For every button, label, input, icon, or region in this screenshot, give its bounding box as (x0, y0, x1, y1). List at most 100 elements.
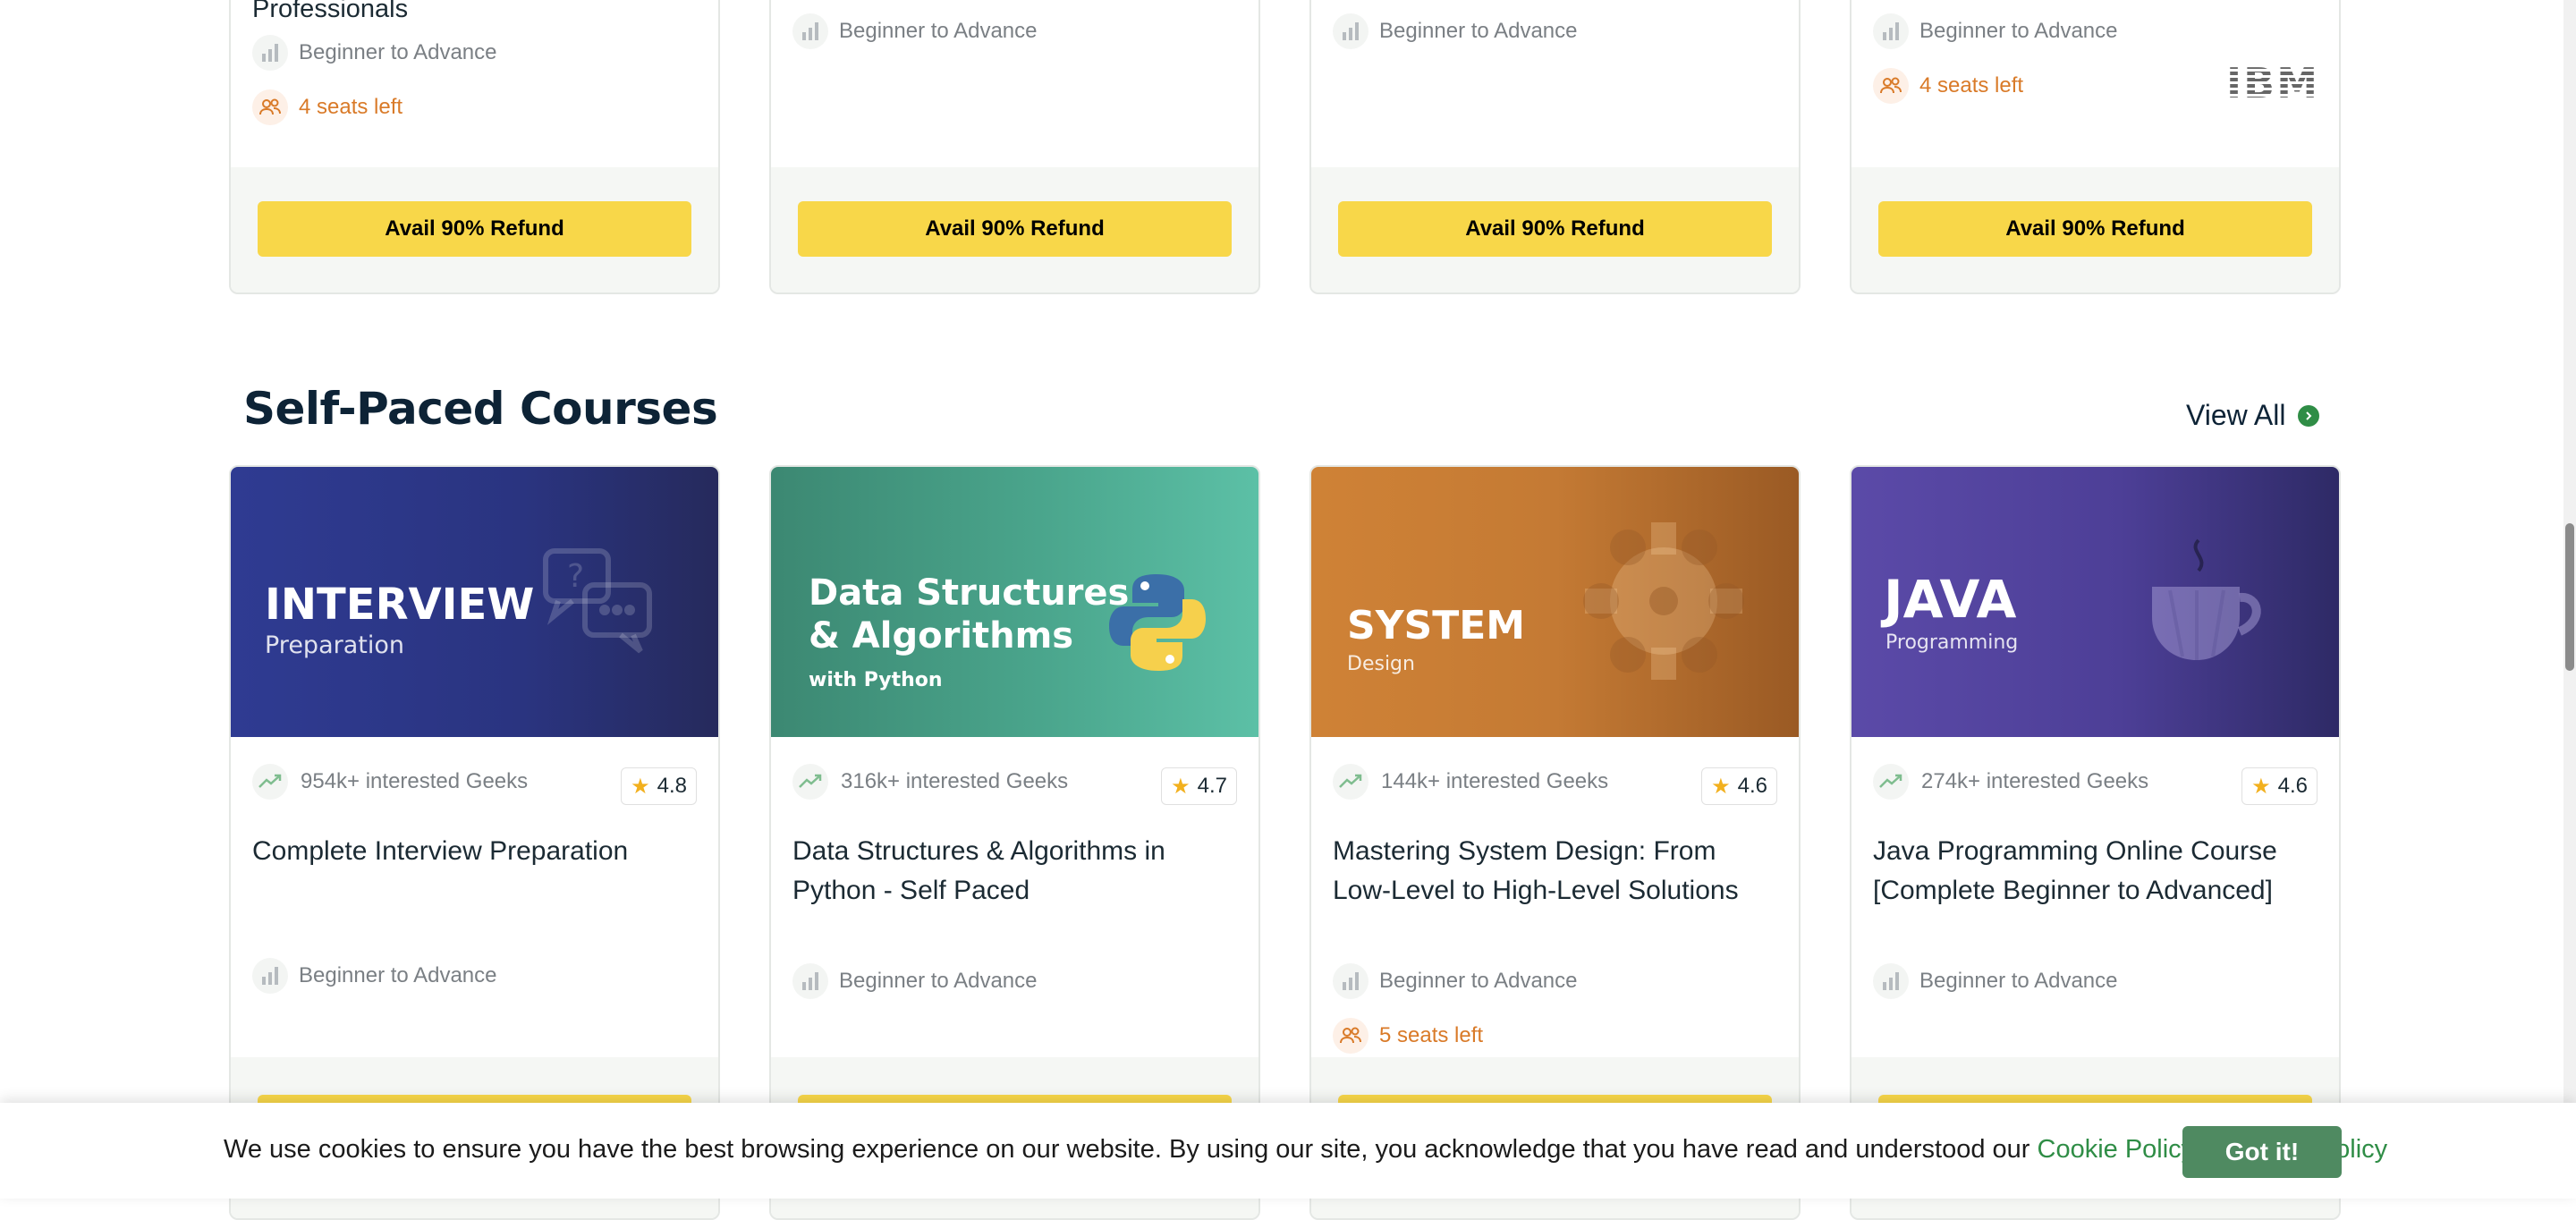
rating-badge: ★ 4.8 (621, 767, 697, 805)
svg-text:?: ? (567, 558, 584, 595)
python-logo-icon (1107, 571, 1208, 679)
interested-geeks-text: 144k+ interested Geeks (1381, 769, 1609, 793)
banner-subtitle: Preparation (265, 631, 404, 659)
avail-refund-button[interactable]: Avail 90% Refund (1338, 201, 1772, 257)
course-banner[interactable]: SYSTEM Design (1311, 467, 1799, 737)
star-icon: ★ (1171, 774, 1191, 799)
users-icon (1333, 1018, 1368, 1054)
trending-up-icon (1333, 764, 1368, 800)
users-icon (1873, 68, 1909, 104)
seats-left-text: 5 seats left (1379, 1023, 1484, 1047)
banner-title-line-2: & Algorithms (809, 615, 1074, 657)
section-title: Self-Paced Courses (243, 383, 718, 435)
view-all-link[interactable]: View All (2186, 399, 2320, 432)
got-it-button[interactable]: Got it! (2182, 1126, 2342, 1178)
level-row: Beginner to Advance (1873, 962, 2118, 1000)
level-bars-icon (1873, 13, 1909, 49)
chevron-right-icon (2298, 404, 2320, 427)
banner-title: SYSTEM (1347, 603, 1526, 648)
banner-subtitle: Design (1347, 653, 1415, 675)
rating-value: 4.7 (1197, 774, 1227, 798)
level-bars-icon (1873, 963, 1909, 999)
course-banner[interactable]: Data Structures & Algorithms with Python (771, 467, 1258, 737)
course-title[interactable]: Data Structures & Algorithms in Python -… (792, 832, 1232, 911)
rating-value: 4.6 (1737, 774, 1767, 798)
seats-row: 5 seats left (1333, 1017, 1483, 1055)
ibm-logo: IBM (2226, 59, 2319, 107)
interested-geeks-text: 274k+ interested Geeks (1921, 769, 2149, 793)
level-text: Beginner to Advance (299, 963, 497, 987)
interest-row: 316k+ interested Geeks (792, 764, 1068, 800)
banner-title-line-1: Data Structures (809, 572, 1130, 614)
seats-left-text: 4 seats left (299, 95, 403, 119)
level-text: Beginner to Advance (1379, 19, 1578, 43)
trending-up-icon (1873, 764, 1909, 800)
banner-subtitle: with Python (809, 669, 943, 691)
course-banner[interactable]: INTERVIEW Preparation ? (231, 467, 718, 737)
level-row: Beginner to Advance (252, 34, 497, 72)
level-bars-icon (792, 963, 828, 999)
level-row: Beginner to Advance (1333, 13, 1578, 50)
level-text: Beginner to Advance (1919, 969, 2118, 993)
trending-up-icon (252, 764, 288, 800)
course-banner[interactable]: JAVA Programming (1852, 467, 2339, 737)
level-bars-icon (252, 958, 288, 994)
level-row: Beginner to Advance (1333, 962, 1578, 1000)
course-title[interactable]: Java Programming Online Course [Complete… (1873, 832, 2312, 911)
rating-value: 4.8 (657, 774, 687, 798)
top-course-card[interactable]: Beginner to Advance Avail 90% Refund (1309, 0, 1801, 294)
banner-subtitle: Programming (1885, 631, 2019, 654)
level-row: Beginner to Advance (252, 957, 497, 995)
cookie-message: We use cookies to ensure you have the be… (224, 1135, 2387, 1165)
level-bars-icon (792, 13, 828, 49)
gear-icon (1565, 503, 1762, 704)
avail-refund-button[interactable]: Avail 90% Refund (258, 201, 691, 257)
view-all-label: View All (2186, 399, 2286, 431)
level-bars-icon (252, 35, 288, 71)
level-text: Beginner to Advance (839, 969, 1038, 993)
interest-row: 954k+ interested Geeks (252, 764, 528, 800)
users-icon (252, 89, 288, 125)
interested-geeks-text: 954k+ interested Geeks (301, 769, 529, 793)
cookie-consent-bar: We use cookies to ensure you have the be… (0, 1103, 2576, 1199)
interest-row: 274k+ interested Geeks (1873, 764, 2148, 800)
rating-badge: ★ 4.6 (1701, 767, 1777, 805)
page-scrollbar-track[interactable] (2563, 0, 2576, 1103)
avail-refund-button[interactable]: Avail 90% Refund (1878, 201, 2312, 257)
level-row: Beginner to Advance (1873, 13, 2118, 50)
star-icon: ★ (2251, 774, 2271, 799)
level-text: Beginner to Advance (1919, 19, 2118, 43)
chat-question-icon: ? (540, 546, 657, 666)
top-course-card[interactable]: Professionals Beginner to Advance 4 seat… (229, 0, 720, 294)
course-title[interactable]: Complete Interview Preparation (252, 832, 691, 871)
level-bars-icon (1333, 13, 1368, 49)
level-bars-icon (1333, 963, 1368, 999)
rating-value: 4.6 (2277, 774, 2308, 798)
level-row: Beginner to Advance (792, 962, 1038, 1000)
seats-row: 4 seats left (252, 89, 402, 126)
level-text: Beginner to Advance (1379, 969, 1578, 993)
course-title[interactable]: Professionals (252, 0, 408, 24)
course-title[interactable]: Mastering System Design: From Low-Level … (1333, 832, 1772, 911)
rating-badge: ★ 4.7 (1161, 767, 1237, 805)
interest-row: 144k+ interested Geeks (1333, 764, 1608, 800)
star-icon: ★ (631, 774, 650, 799)
level-text: Beginner to Advance (839, 19, 1038, 43)
avail-refund-button[interactable]: Avail 90% Refund (798, 201, 1232, 257)
rating-badge: ★ 4.6 (2241, 767, 2318, 805)
level-text: Beginner to Advance (299, 40, 497, 64)
level-row: Beginner to Advance (792, 13, 1038, 50)
banner-title: JAVA (1884, 569, 2017, 630)
top-course-card[interactable]: Beginner to Advance 4 seats left IBM Ava… (1850, 0, 2341, 294)
interested-geeks-text: 316k+ interested Geeks (841, 769, 1069, 793)
trending-up-icon (792, 764, 828, 800)
cookie-policy-link[interactable]: Cookie Policy (2038, 1135, 2195, 1164)
star-icon: ★ (1711, 774, 1731, 799)
seats-row: 4 seats left (1873, 67, 2023, 105)
banner-title: INTERVIEW (265, 580, 535, 630)
page-scrollbar-thumb[interactable] (2565, 523, 2574, 671)
seats-left-text: 4 seats left (1919, 73, 2024, 97)
coffee-cup-icon (2143, 535, 2268, 674)
top-course-card[interactable]: Beginner to Advance Avail 90% Refund (769, 0, 1260, 294)
cookie-message-text: We use cookies to ensure you have the be… (224, 1135, 2030, 1164)
